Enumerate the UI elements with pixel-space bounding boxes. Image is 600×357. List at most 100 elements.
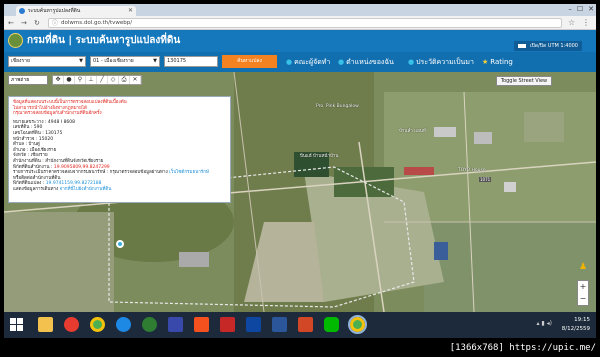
app-title: กรมที่ดิน | ระบบค้นหารูปแปลงที่ดิน	[27, 35, 181, 46]
map-label: ปีนแฮ้ บ้านหน้าบ้าน	[300, 154, 339, 159]
coord-label: พิกัดที่ดินแปลง :	[13, 181, 45, 187]
print-icon[interactable]: ⎙	[119, 76, 130, 84]
province-value: เชียงราย	[11, 58, 30, 64]
close-window-icon[interactable]: ✕	[588, 4, 594, 15]
map-toolbar: ✥ ● ⚲ ⊥ ╱ ◇ ⎙ ✕	[52, 75, 142, 85]
ruler-icon[interactable]: ⊥	[86, 76, 97, 84]
street-view-pegman-icon[interactable]: ♟	[579, 262, 587, 272]
route-row: แสดงข้อมูลการเดินทาง จากที่นี่ไปยังสำนัก…	[13, 187, 226, 193]
screen: ระบบค้นหารูปแปลงที่ดิน ✕ – ☐ ✕ ← → ↻ ⓘ d…	[4, 4, 596, 338]
district-value: 01 - เมืองเชียงราย	[93, 58, 134, 64]
my-location-link[interactable]: ● ตำแหน่งของฉัน	[338, 57, 394, 67]
parcel-info-popup: ข้อมูลที่แสดงบนระบบนี้เป็นการตรวจสอบแปลง…	[8, 96, 231, 203]
favicon-icon	[19, 8, 25, 14]
zoom-in-icon[interactable]: +	[578, 281, 588, 293]
pdf-icon[interactable]	[220, 317, 235, 332]
department-logo	[8, 33, 23, 48]
line-icon[interactable]: ╱	[97, 76, 108, 84]
chrome-icon[interactable]	[90, 317, 105, 332]
appraisal-row: รายการประเมินราคาตรวจสอบจากกรมธนารักษ์ :…	[13, 170, 226, 176]
clock[interactable]: 19:15 8/12/2559	[562, 316, 590, 334]
tab-bar: ระบบค้นหารูปแปลงที่ดิน ✕ – ☐ ✕	[4, 4, 596, 16]
minimize-icon[interactable]: –	[568, 4, 572, 15]
system-tray[interactable]: ▴ ▮ ◂)	[537, 320, 552, 327]
map-label: Pro. Pink Bungalow	[316, 104, 359, 109]
office-coord-link[interactable]: 19.9095809,99.8247299	[54, 165, 110, 170]
road-number: 1071	[479, 177, 492, 182]
chevron-down-icon: ▼	[79, 58, 83, 64]
image-caption: [1366x768] https://upic.me/	[0, 340, 600, 357]
powerpoint-icon[interactable]	[298, 317, 313, 332]
marker-icon[interactable]: ●	[64, 76, 75, 84]
team-link-label: คณะผู้จัดทำ	[294, 58, 331, 66]
appraisal-note: รายการประเมินราคาตรวจสอบจากกรมธนารักษ์ :…	[13, 170, 168, 176]
history-link[interactable]: ● ประวัติความเป็นมา	[408, 57, 474, 67]
location-icon: ●	[338, 58, 345, 66]
app-icon[interactable]	[142, 317, 157, 332]
search-bar: เชียงราย ▼ 01 - เมืองเชียงราย ▼ 130175 ค้น…	[4, 52, 596, 72]
my-location-label: ตำแหน่งของฉัน	[346, 58, 394, 66]
team-link[interactable]: ● คณะผู้จัดทำ	[286, 57, 330, 67]
windows-start-icon[interactable]	[10, 318, 23, 331]
route-label: แสดงข้อมูลการเดินทาง	[13, 186, 59, 192]
address-bar: ← → ↻ ⓘ dolwms.dol.go.th/tvwebp/ ☆ ⋮	[4, 16, 596, 30]
rating-label: Rating	[490, 58, 513, 66]
street-view-button[interactable]: Toggle Street View	[496, 76, 552, 86]
url-text: dolwms.dol.go.th/tvwebp/	[61, 20, 133, 26]
search-icon[interactable]: ⚲	[75, 76, 86, 84]
chrome-active-icon[interactable]	[348, 315, 367, 334]
file-explorer-icon[interactable]	[38, 317, 53, 332]
map-layer-select[interactable]: ภาพถ่าย	[8, 75, 48, 85]
map-label: TOYO House	[458, 168, 486, 173]
page-info-icon[interactable]: ⓘ	[52, 19, 58, 28]
find-parcel-button[interactable]: ค้นหาแปลง	[222, 55, 277, 68]
zoom-out-icon[interactable]: −	[578, 293, 588, 305]
back-icon[interactable]: ←	[8, 18, 14, 28]
coord-label: พิกัดที่ดินสำนักงาน :	[13, 164, 53, 170]
bookmark-star-icon[interactable]: ☆	[568, 18, 575, 28]
map-view[interactable]: ภาพถ่าย ✥ ● ⚲ ⊥ ╱ ◇ ⎙ ✕ Toggle Street Vi…	[4, 72, 596, 312]
map-label: บ้านลำ แอนท์	[399, 129, 426, 134]
line-app-icon[interactable]	[324, 317, 339, 332]
photoshop-icon[interactable]	[246, 317, 261, 332]
history-icon: ●	[408, 58, 415, 66]
app-icon[interactable]	[168, 317, 183, 332]
utm-label: เปิด/ปิด UTM 1:4000	[529, 43, 578, 49]
taskbar: ▴ ▮ ◂) 19:15 8/12/2559	[4, 312, 596, 338]
treasury-link[interactable]: เว็บไซต์กรมธนารักษ์	[169, 170, 209, 175]
chevron-down-icon: ▼	[153, 58, 157, 64]
clock-time: 19:15	[574, 317, 590, 323]
history-label: ประวัติความเป็นมา	[416, 58, 474, 66]
clock-date: 8/12/2559	[561, 326, 590, 332]
info-icon: ●	[286, 58, 293, 66]
app-icon[interactable]	[194, 317, 209, 332]
rating-link[interactable]: ★ Rating	[482, 57, 513, 67]
pan-icon[interactable]: ✥	[53, 76, 64, 84]
parcel-number-input[interactable]: 130175	[164, 56, 218, 67]
route-link[interactable]: จากที่นี่ไปยังสำนักงานที่ดิน	[60, 187, 112, 192]
province-select[interactable]: เชียงราย ▼	[8, 56, 86, 67]
utm-switch-icon[interactable]	[518, 43, 527, 48]
star-icon: ★	[482, 58, 489, 66]
app-icon[interactable]	[64, 317, 79, 332]
url-field[interactable]: ⓘ dolwms.dol.go.th/tvwebp/	[48, 18, 562, 28]
close-tab-icon[interactable]: ✕	[128, 6, 133, 16]
window-controls: – ☐ ✕	[568, 4, 594, 15]
tab-title: ระบบค้นหารูปแปลงที่ดิน	[28, 8, 81, 14]
clear-icon[interactable]: ✕	[130, 76, 141, 84]
utm-toggle[interactable]: เปิด/ปิด UTM 1:4000	[514, 41, 582, 51]
forward-icon[interactable]: →	[21, 18, 27, 28]
zoom-control: + −	[577, 280, 589, 306]
parcel-marker-icon[interactable]	[116, 240, 124, 248]
parcel-coord-link[interactable]: 19.9741159,99.8272188	[46, 181, 102, 186]
browser-menu-icon[interactable]: ⋮	[582, 18, 590, 28]
reload-icon[interactable]: ↻	[34, 18, 40, 28]
district-select[interactable]: 01 - เมืองเชียงราย ▼	[90, 56, 160, 67]
ie-icon[interactable]	[116, 317, 131, 332]
word-icon[interactable]	[272, 317, 287, 332]
map-layer-value: ภาพถ่าย	[11, 77, 30, 83]
polygon-icon[interactable]: ◇	[108, 76, 119, 84]
browser-tab[interactable]: ระบบค้นหารูปแปลงที่ดิน ✕	[16, 6, 136, 16]
maximize-icon[interactable]: ☐	[577, 4, 583, 15]
app-header: กรมที่ดิน | ระบบค้นหารูปแปลงที่ดิน เปิด/…	[4, 30, 596, 52]
